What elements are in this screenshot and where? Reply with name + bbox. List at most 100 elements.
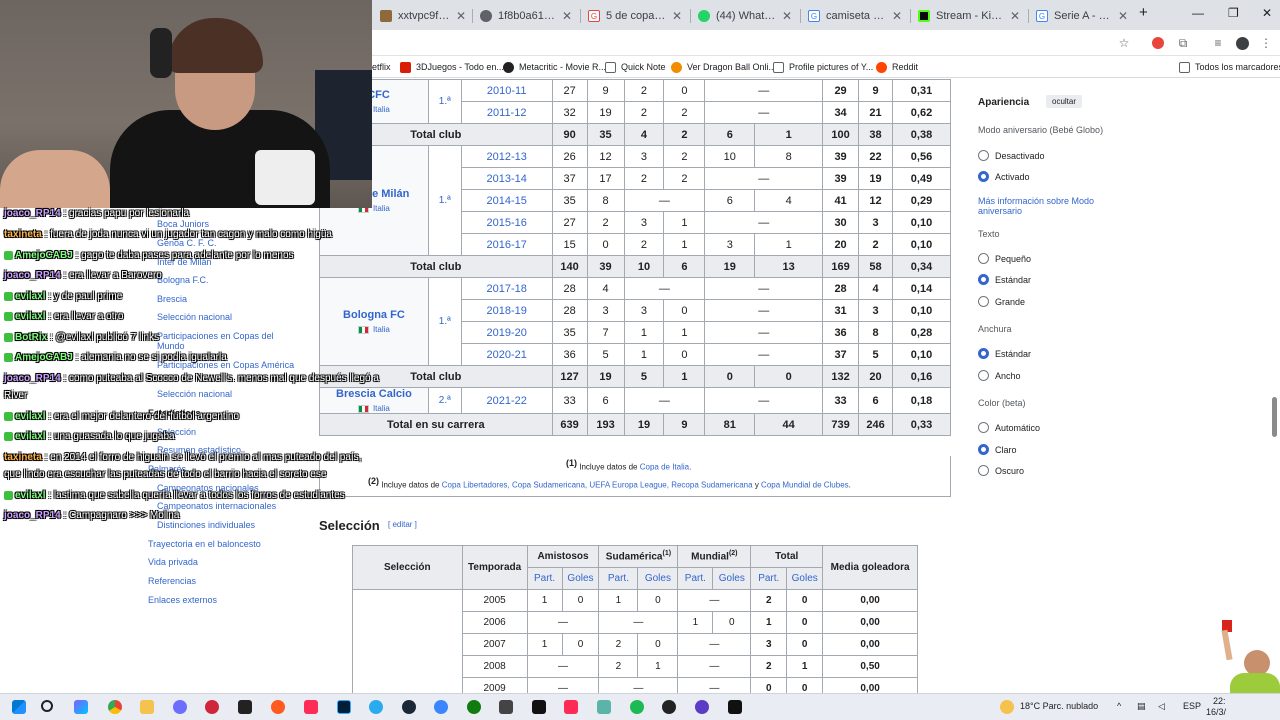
radio-button-selected[interactable] bbox=[978, 274, 989, 285]
toc-item[interactable]: Participaciones en Copas del Mundo bbox=[157, 331, 297, 351]
toc-item[interactable]: Selección nacional bbox=[157, 312, 232, 322]
season-link[interactable]: 2019-20 bbox=[460, 321, 553, 344]
toc-item[interactable]: Brescia bbox=[157, 294, 187, 304]
app-icon[interactable] bbox=[728, 700, 742, 714]
radio-button[interactable] bbox=[978, 296, 989, 307]
text-small-radio[interactable]: Pequeño bbox=[978, 253, 1031, 264]
color-light-radio[interactable]: Claro bbox=[978, 444, 1017, 455]
season-link[interactable]: 2016-17 bbox=[460, 233, 553, 256]
avatar[interactable] bbox=[1234, 35, 1250, 51]
chevron-up-icon[interactable]: ^ bbox=[1117, 701, 1121, 711]
spotify-icon[interactable] bbox=[630, 700, 644, 714]
bookmark-item[interactable]: Quick Note bbox=[605, 60, 666, 74]
puzzle-icon[interactable]: ⧉ bbox=[1175, 35, 1191, 51]
browser-tab-3[interactable]: G 5 de copas tarot ✕ bbox=[582, 4, 688, 28]
bookmark-item[interactable]: etflix bbox=[372, 60, 391, 74]
club-name[interactable]: Bologna FC bbox=[343, 309, 405, 321]
bookmark-star-icon[interactable]: ☆ bbox=[1116, 35, 1132, 51]
season-link[interactable]: 2017-18 bbox=[460, 277, 553, 300]
xbox-icon[interactable] bbox=[467, 700, 481, 714]
toc-item[interactable]: Referencias bbox=[148, 576, 196, 586]
radio-button[interactable] bbox=[978, 370, 989, 381]
text-standard-radio[interactable]: Estándar bbox=[978, 274, 1031, 285]
close-tab-icon[interactable]: ✕ bbox=[562, 9, 572, 23]
season-link[interactable]: 2010-11 bbox=[460, 79, 553, 102]
width-standard-radio[interactable]: Estándar bbox=[978, 348, 1031, 359]
epic-games-icon[interactable] bbox=[238, 700, 252, 714]
country-name[interactable]: Italia bbox=[373, 204, 390, 213]
radio-button[interactable] bbox=[978, 465, 989, 476]
app-icon[interactable] bbox=[205, 700, 219, 714]
color-auto-radio[interactable]: Automático bbox=[978, 422, 1040, 433]
competitions-link[interactable]: Copa Libertadores, Copa Sudamericana, UE… bbox=[442, 481, 753, 490]
bookmark-item[interactable]: Profile pictures of Y... bbox=[773, 60, 873, 74]
close-window-icon[interactable]: ✕ bbox=[1262, 6, 1272, 20]
telegram-icon[interactable] bbox=[369, 700, 383, 714]
bookmark-item[interactable]: Metacritic - Movie R... bbox=[503, 60, 606, 74]
close-tab-icon[interactable]: ✕ bbox=[892, 9, 902, 23]
season-link[interactable]: 2020-21 bbox=[460, 343, 553, 366]
bookmark-item[interactable]: Ver Dragon Ball Onli... bbox=[671, 60, 776, 74]
windows-start-icon[interactable] bbox=[12, 700, 26, 714]
clock-date[interactable]: 16/3/ bbox=[1206, 707, 1226, 717]
browser-tab-2[interactable]: 1f8b0a613b0bc4 ✕ bbox=[474, 4, 578, 28]
photoshop-icon[interactable] bbox=[337, 700, 351, 714]
chrome-icon[interactable] bbox=[108, 700, 122, 714]
app-icon[interactable] bbox=[597, 700, 611, 714]
toc-item[interactable]: Enlaces externos bbox=[148, 595, 217, 605]
menu-icon[interactable]: ⋮ bbox=[1258, 35, 1274, 51]
bookmark-item[interactable]: Reddit bbox=[876, 60, 918, 74]
more-info-link[interactable]: Más información sobre Modo aniversario bbox=[978, 196, 1118, 216]
close-tab-icon[interactable]: ✕ bbox=[672, 9, 682, 23]
radio-button[interactable] bbox=[978, 422, 989, 433]
radio-button[interactable] bbox=[978, 150, 989, 161]
text-large-radio[interactable]: Grande bbox=[978, 296, 1025, 307]
app-icon[interactable] bbox=[499, 700, 513, 714]
toc-item[interactable]: Bologna F.C. bbox=[157, 275, 209, 285]
app-icon[interactable] bbox=[304, 700, 318, 714]
width-wide-radio[interactable]: Ancho bbox=[978, 370, 1021, 381]
restore-icon[interactable]: ❐ bbox=[1228, 6, 1239, 20]
close-tab-icon[interactable]: ✕ bbox=[1118, 9, 1128, 23]
season-link[interactable]: 2013-14 bbox=[460, 167, 553, 190]
club-name-cell[interactable]: Bologna FC Italia bbox=[319, 277, 429, 366]
copilot-icon[interactable] bbox=[74, 700, 88, 714]
country-name[interactable]: Italia bbox=[373, 325, 390, 334]
season-link[interactable]: 2015-16 bbox=[460, 211, 553, 234]
browser-tab-1[interactable]: xxtvpc9ft6asag7s ✕ bbox=[374, 4, 472, 28]
app-icon[interactable] bbox=[173, 700, 187, 714]
season-link[interactable]: 2021-22 bbox=[460, 387, 553, 414]
app-icon[interactable] bbox=[271, 700, 285, 714]
anniversary-on-radio[interactable]: Activado bbox=[978, 171, 1030, 182]
app-icon[interactable] bbox=[695, 700, 709, 714]
clock-time[interactable]: 22: bbox=[1213, 696, 1226, 706]
country-name[interactable]: Italia bbox=[373, 105, 390, 114]
weather-text[interactable]: 18°C Parc. nublado bbox=[1020, 701, 1098, 711]
folder-icon[interactable] bbox=[140, 700, 154, 714]
radio-button-selected[interactable] bbox=[978, 444, 989, 455]
country-label[interactable]: Italia bbox=[322, 325, 426, 334]
toc-item[interactable]: Boca Juniors bbox=[157, 219, 209, 229]
copa-italia-link[interactable]: Copa de Italia bbox=[640, 463, 689, 472]
browser-tab-7[interactable]: G Serie A - Buscar ✕ bbox=[1030, 4, 1134, 28]
close-tab-icon[interactable]: ✕ bbox=[456, 9, 466, 23]
browser-tab-4[interactable]: (44) WhatsApp ✕ bbox=[692, 4, 798, 28]
scrollbar-thumb[interactable] bbox=[1272, 397, 1277, 437]
steam-icon[interactable] bbox=[402, 700, 416, 714]
volume-icon[interactable]: ◁ bbox=[1158, 701, 1165, 712]
close-tab-icon[interactable]: ✕ bbox=[782, 9, 792, 23]
all-bookmarks-folder[interactable]: Todos los marcadores bbox=[1179, 60, 1280, 74]
anniversary-off-radio[interactable]: Desactivado bbox=[978, 150, 1045, 161]
minimize-icon[interactable]: — bbox=[1192, 6, 1204, 20]
club-name[interactable]: Brescia Calcio bbox=[336, 388, 412, 400]
new-tab-button[interactable]: + bbox=[1139, 4, 1148, 21]
season-link[interactable]: 2018-19 bbox=[460, 299, 553, 322]
extension-icon[interactable] bbox=[1150, 35, 1166, 51]
season-link[interactable]: 2014-15 bbox=[460, 189, 553, 212]
app-icon[interactable] bbox=[434, 700, 448, 714]
color-dark-radio[interactable]: Oscuro bbox=[978, 465, 1024, 476]
club-world-cup-link[interactable]: Copa Mundial de Clubes bbox=[761, 481, 849, 490]
app-icon[interactable] bbox=[532, 700, 546, 714]
radio-button-selected[interactable] bbox=[978, 348, 989, 359]
season-link[interactable]: 2011-12 bbox=[460, 101, 553, 124]
